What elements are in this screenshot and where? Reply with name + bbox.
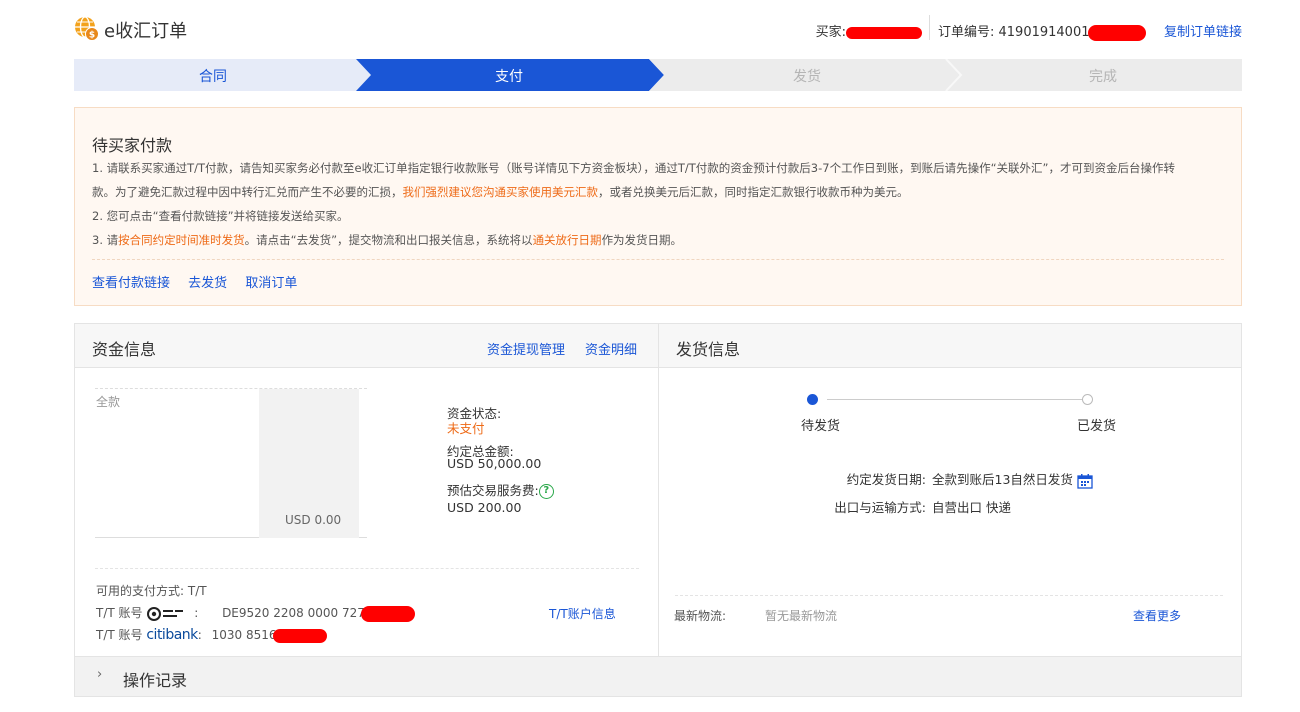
- notice-text: ，或者兑换美元后汇款，同时指定汇款银行收款币种为美元。: [598, 185, 909, 199]
- notice-line-2: 款。为了避免汇款过程中因中转行汇兑而产生不必要的汇损，我们强烈建议您沟通买家使用…: [92, 184, 909, 200]
- service-fee-row: 预估交易服务费:?: [447, 480, 554, 499]
- funds-detail-link[interactable]: 资金明细: [585, 339, 637, 358]
- shipping-progress-line: [827, 399, 1087, 400]
- notice-highlight: 通关放行日期: [532, 233, 602, 247]
- bank-logo-icon: [147, 606, 184, 621]
- fund-status-value: 未支付: [447, 421, 485, 436]
- go-ship-link[interactable]: 去发货: [188, 276, 227, 291]
- buyer-label: 买家:: [815, 25, 846, 40]
- operation-records-title: 操作记录: [123, 671, 188, 690]
- order-number: 订单编号: 41901914001: [938, 21, 1146, 41]
- funds-chart-value: USD 0.00: [285, 513, 342, 527]
- notice-text: 。请点击“去发货”，提交物流和出口报关信息，系统将以: [244, 233, 533, 247]
- service-fee-label: 预估交易服务费:: [447, 483, 539, 498]
- funds-chart-category: 全款: [96, 395, 121, 409]
- funds-divider: [95, 568, 639, 569]
- payment-methods: 可用的支付方式: T/T: [96, 584, 207, 598]
- citibank-logo-icon: citibank: [146, 627, 198, 643]
- step-complete: 完成: [1089, 69, 1117, 85]
- tt-account-number-2: 1030 8516: [211, 628, 277, 642]
- tt-account-row-1: T/T 账号 : DE9520 2208 0000 727: [96, 604, 415, 622]
- globe-coin-logo-icon: $: [75, 16, 99, 41]
- order-page: $ e收汇订单 买家: 订单编号: 41901914001 复制订单链接 合同 …: [0, 0, 1300, 712]
- tt-account-number-1: DE9520 2208 0000 727: [222, 606, 365, 620]
- service-fee-value: USD 200.00: [447, 500, 522, 515]
- calendar-icon[interactable]: [1077, 473, 1093, 489]
- order-number-text: 订单编号: 41901914001: [938, 25, 1090, 40]
- tt-account-label: T/T 账号: [96, 606, 143, 620]
- chevron-right-icon: ›: [97, 667, 103, 682]
- tt-account-sep: :: [197, 628, 202, 642]
- ship-date-value: 全款到账后13自然日发货: [932, 472, 1073, 487]
- ship-method-label: 出口与运输方式:: [834, 500, 926, 515]
- tt-account-info-link[interactable]: T/T账户信息: [549, 605, 616, 622]
- ship-date-label: 约定发货日期:: [846, 472, 926, 487]
- shipping-dot-pending: [807, 394, 818, 405]
- app-title: e收汇订单: [104, 21, 188, 42]
- tt-account-label: T/T 账号: [96, 628, 143, 642]
- notice-highlight: 按合同约定时间准时发货: [118, 233, 245, 247]
- operation-records[interactable]: › 操作记录: [75, 656, 1241, 696]
- shipping-divider: [675, 595, 1223, 596]
- ship-method-value: 自营出口 快递: [932, 500, 1011, 515]
- copy-order-link[interactable]: 复制订单链接: [1164, 21, 1242, 40]
- account-redaction: [272, 628, 327, 643]
- funds-chart: 全款 USD 0.00: [95, 388, 367, 538]
- notice-text: 作为发货日期。: [601, 233, 683, 247]
- step-payment: 支付: [495, 69, 523, 85]
- notice-text: 3. 请: [92, 233, 119, 247]
- ship-date-value-wrap: 全款到账后13自然日发货: [932, 469, 1093, 489]
- help-icon[interactable]: ?: [538, 484, 554, 499]
- view-payment-link[interactable]: 查看付款链接: [92, 276, 170, 291]
- shipping-state-shipped: 已发货: [1077, 419, 1117, 434]
- progress-steps: 合同 支付 发货 完成: [74, 59, 1242, 91]
- shipping-dot-shipped: [1082, 394, 1093, 405]
- order-number-redaction: [1087, 24, 1146, 41]
- view-more-link[interactable]: 查看更多: [1133, 607, 1181, 624]
- funds-header: 资金信息 资金提现管理 资金明细: [75, 324, 658, 368]
- notice-line-3: 2. 您可点击“查看付款链接”并将链接发送给买家。: [92, 209, 349, 223]
- notice-divider: [92, 259, 1224, 260]
- notice-highlight: 我们强烈建议您沟通买家使用美元汇款: [402, 185, 599, 199]
- shipping-header: 发货信息: [659, 324, 1241, 368]
- logistics-label: 最新物流:: [674, 609, 727, 623]
- header-divider: [929, 15, 930, 40]
- withdraw-management-link[interactable]: 资金提现管理: [487, 339, 565, 358]
- tt-account-row-2: T/T 账号 citibank: 1030 8516: [96, 626, 327, 643]
- cancel-order-link[interactable]: 取消订单: [245, 276, 297, 291]
- info-panels: 资金信息 资金提现管理 资金明细 发货信息 全款 USD 0.00 资金状态: …: [74, 323, 1242, 697]
- account-redaction: [360, 605, 415, 622]
- funds-title: 资金信息: [92, 340, 157, 359]
- notice-actions: 查看付款链接 去发货 取消订单: [92, 272, 311, 291]
- tt-account-sep: :: [194, 606, 199, 620]
- step-shipping: 发货: [793, 69, 821, 85]
- buyer-name-redaction: [846, 26, 922, 39]
- awaiting-payment-notice: 待买家付款 1. 请联系买家通过T/T付款，请告知买家务必付款至e收汇订单指定银…: [74, 107, 1242, 306]
- logistics-value: 暂无最新物流: [765, 609, 838, 623]
- notice-text: 款。为了避免汇款过程中因中转行汇兑而产生不必要的汇损，: [92, 185, 403, 199]
- panel-divider: [658, 324, 659, 656]
- notice-line-4: 3. 请按合同约定时间准时发货。请点击“去发货”，提交物流和出口报关信息，系统将…: [92, 232, 682, 248]
- notice-title: 待买家付款: [92, 136, 173, 155]
- buyer-info: 买家:: [816, 21, 922, 40]
- step-contract: 合同: [199, 69, 227, 85]
- header: $ e收汇订单 买家: 订单编号: 41901914001 复制订单链接: [74, 14, 1242, 44]
- shipping-title: 发货信息: [676, 340, 741, 359]
- notice-line-1: 1. 请联系买家通过T/T付款，请告知买家务必付款至e收汇订单指定银行收款账号（…: [92, 161, 1175, 175]
- shipping-state-pending: 待发货: [801, 419, 841, 434]
- svg-text:$: $: [89, 31, 95, 41]
- total-amount-value: USD 50,000.00: [447, 456, 542, 471]
